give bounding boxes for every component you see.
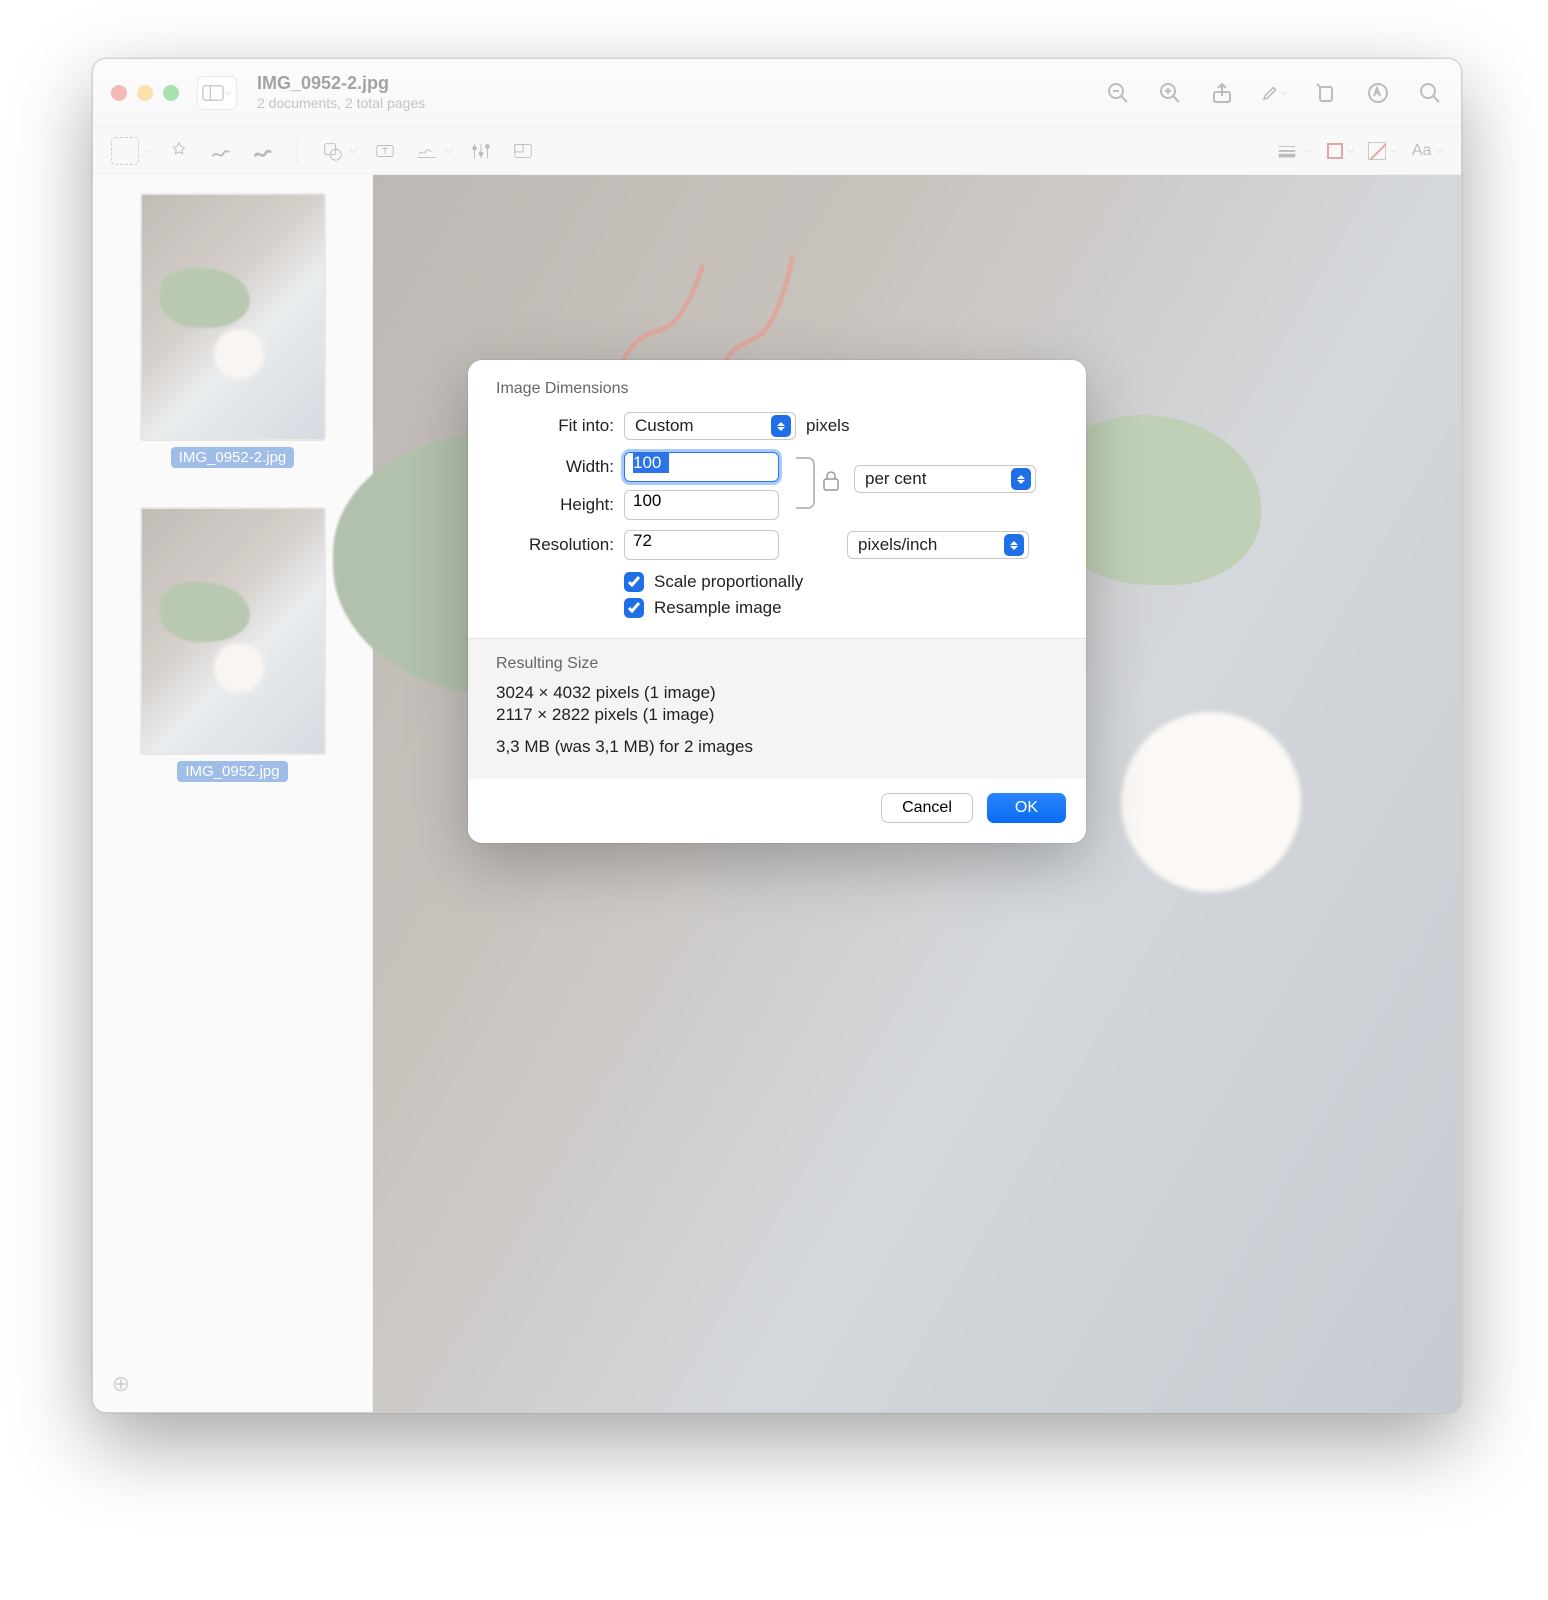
- scale-proportionally-checkbox[interactable]: [624, 572, 644, 592]
- resulting-size-title: Resulting Size: [496, 655, 1058, 673]
- fit-into-suffix: pixels: [806, 416, 849, 436]
- height-input[interactable]: [624, 490, 779, 520]
- fit-into-select[interactable]: Custom: [624, 412, 796, 440]
- scale-proportionally-label: Scale proportionally: [654, 572, 803, 592]
- width-field[interactable]: [633, 453, 669, 473]
- fit-into-label: Fit into:: [496, 416, 614, 436]
- ok-button[interactable]: OK: [987, 793, 1066, 823]
- result-line-1: 3024 × 4032 pixels (1 image): [496, 683, 1058, 703]
- resolution-field[interactable]: [633, 531, 770, 551]
- height-field[interactable]: [633, 491, 770, 511]
- resample-image-checkbox[interactable]: [624, 598, 644, 618]
- resolution-unit-select[interactable]: pixels/inch: [847, 531, 1029, 559]
- cancel-button[interactable]: Cancel: [881, 793, 973, 823]
- select-stepper-icon: [1011, 468, 1031, 490]
- resample-image-label: Resample image: [654, 598, 782, 618]
- resolution-label: Resolution:: [496, 535, 614, 555]
- lock-icon: [822, 470, 840, 492]
- width-input[interactable]: [624, 452, 779, 482]
- adjust-size-dialog: Image Dimensions Fit into: Custom pixels…: [468, 360, 1086, 843]
- result-line-2: 2117 × 2822 pixels (1 image): [496, 705, 1058, 725]
- wh-unit-value: per cent: [865, 469, 1005, 489]
- height-label: Height:: [496, 495, 614, 515]
- select-stepper-icon: [771, 415, 791, 437]
- select-stepper-icon: [1004, 534, 1024, 556]
- resolution-unit-value: pixels/inch: [858, 535, 998, 555]
- resolution-input[interactable]: [624, 530, 779, 560]
- width-label: Width:: [496, 457, 614, 477]
- dialog-section-title: Image Dimensions: [496, 380, 1058, 398]
- fit-into-value: Custom: [635, 416, 765, 436]
- result-summary: 3,3 MB (was 3,1 MB) for 2 images: [496, 737, 1058, 757]
- width-height-unit-select[interactable]: per cent: [854, 465, 1036, 493]
